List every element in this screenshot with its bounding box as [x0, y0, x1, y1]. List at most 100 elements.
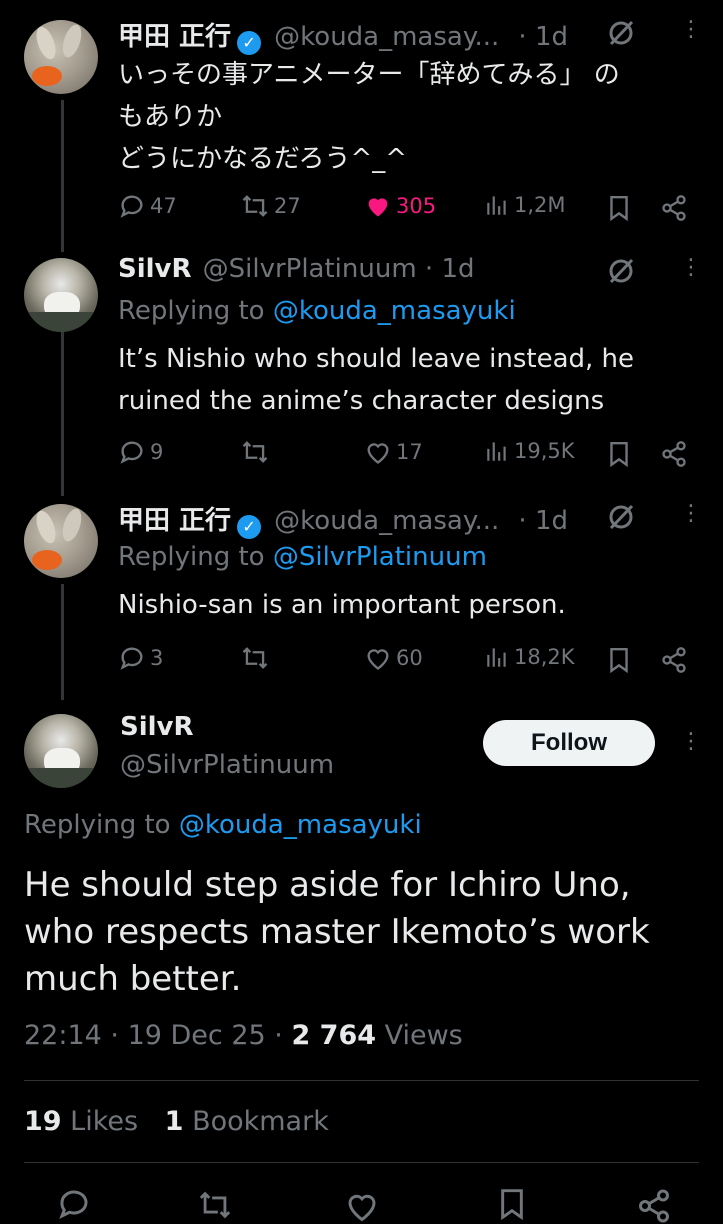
- like-icon: [368, 198, 388, 217]
- tweet-text-line: どうにかなるだろう^_^: [118, 144, 408, 174]
- like-icon: [367, 443, 389, 464]
- reply-count: 47: [150, 194, 177, 218]
- retweet-icon[interactable]: [196, 1188, 234, 1222]
- retweet-button[interactable]: 27: [240, 192, 301, 220]
- avatar[interactable]: [24, 258, 98, 332]
- tweet-text-line: It’s Nishio who should leave instead, he: [118, 344, 635, 374]
- like-count: 17: [396, 440, 423, 464]
- views-count: 19,5K: [514, 439, 575, 463]
- grok-icon[interactable]: [606, 18, 636, 48]
- like-button[interactable]: 60: [364, 644, 423, 672]
- tweet-text-line: ruined the anime’s character designs: [118, 386, 605, 416]
- engagement-stats: 19 Likes 1 Bookmark: [24, 1106, 329, 1137]
- divider: [24, 1080, 699, 1081]
- views-icon: [487, 442, 506, 461]
- views-button[interactable]: 18,2K: [484, 644, 575, 670]
- views-button[interactable]: 1,2M: [484, 192, 566, 218]
- user-handle[interactable]: @kouda_masay...: [274, 506, 499, 536]
- timestamp[interactable]: · 1d: [518, 22, 568, 52]
- likes-count: 19: [24, 1106, 62, 1137]
- display-name[interactable]: 甲田 正行: [118, 506, 231, 536]
- grok-icon[interactable]: [606, 502, 636, 532]
- grok-icon[interactable]: [606, 256, 636, 286]
- like-icon[interactable]: [344, 1188, 380, 1224]
- views-icon: [487, 196, 506, 215]
- bookmark-icon[interactable]: [496, 1186, 528, 1222]
- bookmark-icon[interactable]: [606, 646, 632, 674]
- retweet-button[interactable]: [240, 644, 274, 672]
- thread-line: [61, 100, 64, 252]
- views-icon: [487, 648, 506, 667]
- likes-label: Likes: [70, 1106, 139, 1137]
- reply-button[interactable]: 47: [118, 192, 177, 220]
- tweet-time[interactable]: 22:14: [24, 1020, 102, 1051]
- share-icon[interactable]: [660, 194, 688, 222]
- replying-to: Replying to @kouda_masayuki: [118, 296, 516, 326]
- reply-button[interactable]: 9: [118, 438, 163, 466]
- bookmark-icon[interactable]: [606, 194, 632, 222]
- tweet-text-line: Nishio-san is an important person.: [118, 590, 566, 620]
- retweet-count: 27: [274, 194, 301, 218]
- display-name[interactable]: SilvR: [118, 254, 192, 284]
- follow-button[interactable]: Follow: [483, 720, 655, 766]
- reply-button[interactable]: 3: [118, 644, 163, 672]
- replying-to-link[interactable]: @kouda_masayuki: [179, 810, 422, 840]
- like-count: 60: [396, 646, 423, 670]
- more-icon[interactable]: ⋮: [680, 503, 702, 525]
- like-button[interactable]: 305: [364, 192, 436, 220]
- share-icon[interactable]: [636, 1188, 672, 1224]
- bookmarks-count: 1: [164, 1106, 184, 1137]
- bookmark-icon[interactable]: [606, 440, 632, 468]
- replying-prefix: Replying to: [118, 542, 273, 572]
- user-handle[interactable]: @SilvrPlatinuum: [120, 750, 334, 780]
- like-count: 305: [396, 194, 437, 218]
- replying-prefix: Replying to: [24, 810, 179, 840]
- avatar[interactable]: [24, 714, 98, 788]
- display-name[interactable]: SilvR: [120, 712, 194, 742]
- views-label: Views: [384, 1020, 463, 1051]
- tweet-date[interactable]: 19 Dec 25: [128, 1020, 266, 1051]
- divider: [24, 1162, 699, 1163]
- like-button[interactable]: 17: [364, 438, 423, 466]
- tweet-meta: 22:14 · 19 Dec 25 · 2 764 Views: [24, 1020, 463, 1051]
- tweet-text-line: He should step aside for Ichiro Uno,: [24, 865, 631, 905]
- user-handle[interactable]: @kouda_masay...: [274, 22, 499, 52]
- bookmarks-label: Bookmark: [192, 1106, 329, 1137]
- views-count: 2 764: [291, 1020, 377, 1051]
- display-name[interactable]: 甲田 正行: [118, 22, 231, 52]
- retweet-button[interactable]: [240, 438, 274, 466]
- more-icon[interactable]: ⋮: [680, 731, 702, 753]
- retweet-icon: [242, 441, 268, 463]
- verified-icon: ✓: [237, 515, 262, 539]
- reply-icon: [120, 441, 143, 464]
- reply-icon: [120, 195, 143, 218]
- replying-to-link[interactable]: @SilvrPlatinuum: [273, 542, 487, 572]
- verified-icon: ✓: [237, 31, 262, 55]
- thread-line: [61, 584, 64, 700]
- share-icon[interactable]: [660, 646, 688, 674]
- retweet-icon: [242, 195, 268, 217]
- avatar[interactable]: [24, 504, 98, 578]
- reply-count: 9: [150, 440, 164, 464]
- tweet-text-line: いっその事アニメーター「辞めてみる」 の: [118, 60, 620, 90]
- views-button[interactable]: 19,5K: [484, 438, 575, 464]
- bookmarks-stat[interactable]: 1 Bookmark: [165, 1106, 329, 1137]
- user-handle[interactable]: @SilvrPlatinuum · 1d: [203, 254, 475, 284]
- more-icon[interactable]: ⋮: [680, 257, 702, 279]
- reply-icon[interactable]: [56, 1186, 92, 1222]
- more-icon[interactable]: ⋮: [680, 19, 702, 41]
- share-icon[interactable]: [660, 440, 688, 468]
- timestamp[interactable]: · 1d: [518, 506, 568, 536]
- replying-to-link[interactable]: @kouda_masayuki: [273, 296, 516, 326]
- thread-line: [61, 316, 64, 496]
- tweet-text-line: who respects master Ikemoto’s work: [24, 912, 650, 952]
- avatar[interactable]: [24, 20, 98, 94]
- views-count: 1,2M: [514, 193, 566, 217]
- reply-count: 3: [150, 646, 164, 670]
- replying-to: Replying to @SilvrPlatinuum: [118, 542, 487, 572]
- reply-icon: [120, 647, 143, 670]
- likes-stat[interactable]: 19 Likes: [24, 1106, 138, 1137]
- like-icon: [367, 649, 389, 670]
- replying-to: Replying to @kouda_masayuki: [24, 810, 422, 840]
- replying-prefix: Replying to: [118, 296, 273, 326]
